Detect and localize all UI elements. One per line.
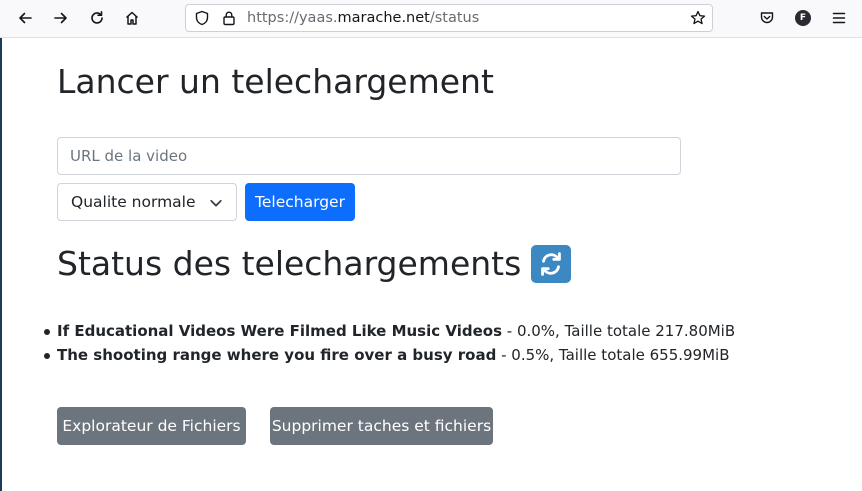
forward-arrow-icon[interactable] <box>49 6 73 30</box>
star-icon[interactable] <box>690 10 706 26</box>
download-entry-text: The shooting range where you fire over a… <box>57 346 730 364</box>
file-explorer-button[interactable]: Explorateur de Fichiers <box>57 407 246 445</box>
bullet-icon <box>44 329 50 335</box>
download-entry-text: If Educational Videos Were Filmed Like M… <box>57 322 735 340</box>
url-prefix: https://yaas. <box>247 10 338 26</box>
url-path: /status <box>429 10 480 26</box>
hamburger-menu-icon[interactable] <box>827 6 851 30</box>
url-bar[interactable]: https://yaas.marache.net/status <box>185 4 713 32</box>
chevron-down-icon <box>210 199 222 207</box>
home-icon[interactable] <box>120 6 144 30</box>
lock-icon[interactable] <box>221 10 237 26</box>
status-title: Status des telechargements <box>57 244 572 283</box>
bullet-icon <box>44 353 50 359</box>
download-details: - 0.5%, Taille totale 655.99MiB <box>496 346 730 364</box>
url-host: marache.net <box>337 10 430 26</box>
pocket-icon[interactable] <box>755 6 779 30</box>
delete-tasks-button[interactable]: Supprimer taches et fichiers <box>270 407 493 445</box>
shield-icon[interactable] <box>194 10 210 26</box>
window-edge <box>0 38 2 491</box>
profile-avatar[interactable]: F <box>795 10 811 26</box>
download-title: If Educational Videos Were Filmed Like M… <box>57 322 502 340</box>
url-text[interactable]: https://yaas.marache.net/status <box>247 10 479 26</box>
page-title: Lancer un telechargement <box>57 62 494 101</box>
reload-icon[interactable] <box>85 6 109 30</box>
refresh-arrows-icon[interactable] <box>531 244 572 283</box>
download-details: - 0.0%, Taille totale 217.80MiB <box>502 322 736 340</box>
quality-select-value: Qualite normale <box>71 193 196 211</box>
back-arrow-icon[interactable] <box>13 6 37 30</box>
status-title-text: Status des telechargements <box>57 244 522 283</box>
download-button[interactable]: Telecharger <box>245 183 355 221</box>
quality-select[interactable]: Qualite normale <box>57 183 237 221</box>
download-title: The shooting range where you fire over a… <box>57 346 497 364</box>
browser-toolbar: https://yaas.marache.net/status F <box>0 0 862 38</box>
video-url-input[interactable] <box>57 137 681 175</box>
